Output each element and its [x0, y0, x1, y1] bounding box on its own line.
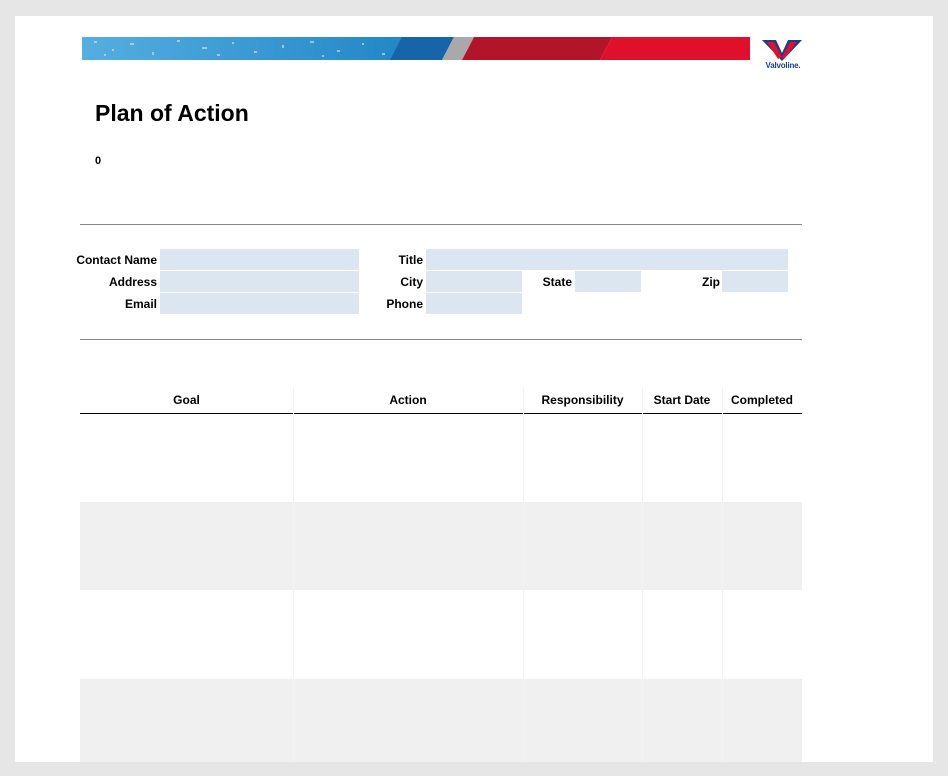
column-divider	[642, 388, 643, 762]
city-field[interactable]	[426, 271, 522, 292]
column-header-responsibility: Responsibility	[541, 393, 624, 407]
email-field[interactable]	[160, 293, 359, 314]
city-label: City	[400, 275, 423, 289]
address-label: Address	[108, 275, 157, 289]
phone-label: Phone	[386, 297, 423, 311]
divider-bottom	[80, 339, 802, 340]
contact-name-field[interactable]	[160, 249, 359, 270]
column-header-goal: Goal	[173, 393, 200, 407]
title-label: Title	[398, 253, 423, 267]
table-row[interactable]	[80, 590, 802, 678]
email-label: Email	[124, 297, 157, 311]
table-row[interactable]	[80, 414, 802, 502]
state-label: State	[542, 275, 572, 289]
address-field[interactable]	[160, 271, 359, 292]
table-row[interactable]	[80, 502, 802, 590]
valvoline-logo: Valvoline.	[750, 37, 814, 75]
brand-wordmark: Valvoline.	[765, 61, 801, 70]
column-header-action: Action	[389, 393, 427, 407]
column-divider	[523, 388, 524, 762]
table-row[interactable]	[80, 679, 802, 762]
valvoline-v-icon	[762, 40, 802, 61]
column-header-completed: Completed	[730, 393, 793, 407]
brand-stripe	[82, 37, 754, 60]
column-divider	[293, 388, 294, 762]
state-field[interactable]	[575, 271, 641, 292]
column-divider	[722, 388, 723, 762]
zip-field[interactable]	[722, 271, 788, 292]
divider-top	[80, 224, 802, 225]
page-subtitle: 0	[95, 155, 102, 167]
title-field[interactable]	[426, 249, 788, 270]
header-banner: Valvoline.	[82, 37, 814, 77]
page-title: Plan of Action	[95, 100, 249, 126]
column-header-start-date: Start Date	[653, 393, 711, 407]
contact-name-label: Contact Name	[76, 253, 157, 267]
document-page: Valvoline. Plan of Action 0 Contact Name…	[15, 16, 933, 762]
zip-label: Zip	[702, 275, 720, 289]
phone-field[interactable]	[426, 293, 522, 314]
